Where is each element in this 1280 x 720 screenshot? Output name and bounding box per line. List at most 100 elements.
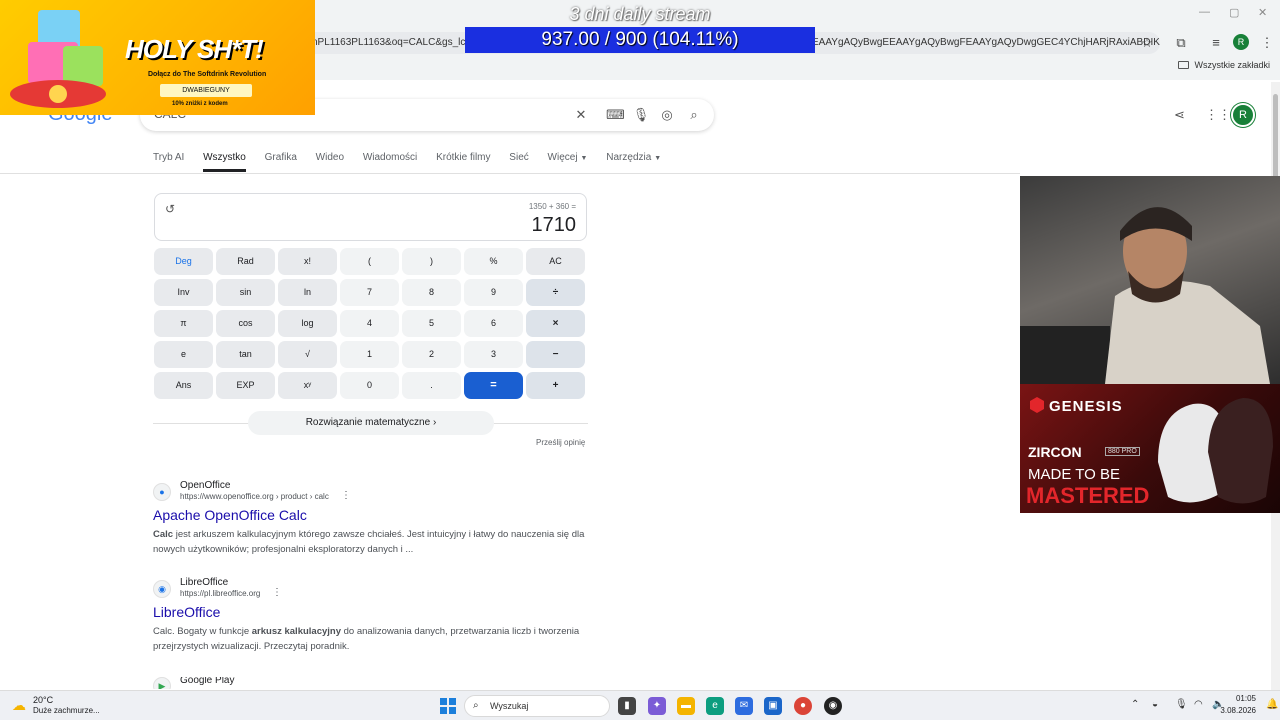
result-title-link[interactable]: LibreOffice — [153, 604, 220, 620]
ln-key[interactable]: ln — [278, 279, 337, 306]
taskbar-search[interactable]: ⌕ Wyszukaj — [464, 695, 610, 717]
math-solver-button[interactable]: Rozwiązanie matematyczne › — [248, 411, 494, 435]
edge-icon[interactable]: e — [706, 697, 724, 715]
bookmark-star-icon[interactable]: ☆ — [1138, 34, 1156, 52]
power-key[interactable]: xʸ — [278, 372, 337, 399]
mail-icon[interactable]: ✉ — [735, 697, 753, 715]
notifications-icon[interactable]: 🔔 — [1266, 699, 1278, 710]
globe-icon: ◉ — [153, 580, 171, 598]
extensions-icon[interactable]: ⧉ — [1172, 34, 1190, 52]
ad-subtitle: Dołącz do The Softdrink Revolution — [148, 71, 267, 78]
percent-key[interactable]: % — [464, 248, 523, 275]
add-key[interactable]: + — [526, 372, 585, 399]
open-paren-key[interactable]: ( — [340, 248, 399, 275]
all-bookmarks-button[interactable]: Wszystkie zakładki — [1178, 60, 1270, 70]
log-key[interactable]: log — [278, 310, 337, 337]
microphone-icon[interactable]: 🎙 — [632, 106, 650, 124]
google-profile-avatar[interactable]: R — [1231, 103, 1255, 127]
history-icon[interactable]: ↺ — [165, 202, 175, 216]
decimal-key[interactable]: . — [402, 372, 461, 399]
snippet-text: jest arkuszem kalkulacyjnym którego zaws… — [153, 529, 585, 555]
ad-discount-text: 10% zniżki z kodem — [172, 101, 228, 107]
tab-more[interactable]: Więcej ▼ — [548, 152, 588, 169]
exp-key[interactable]: EXP — [216, 372, 275, 399]
copilot-icon[interactable]: ✦ — [648, 697, 666, 715]
feedback-link[interactable]: Prześlij opinię — [536, 438, 585, 447]
network-status-icon[interactable]: ◒ — [1152, 699, 1158, 710]
weather-description[interactable]: Duże zachmurze... — [33, 706, 100, 715]
google-play-icon: ▶ — [153, 677, 171, 689]
tab-short-videos[interactable]: Krótkie filmy — [436, 152, 490, 169]
windows-start-icon[interactable] — [440, 698, 456, 714]
digit-3-key[interactable]: 3 — [464, 341, 523, 368]
digit-6-key[interactable]: 6 — [464, 310, 523, 337]
sin-key[interactable]: sin — [216, 279, 275, 306]
rad-key[interactable]: Rad — [216, 248, 275, 275]
clear-key[interactable]: AC — [526, 248, 585, 275]
search-icon[interactable]: ⌕ — [685, 106, 703, 124]
sqrt-key[interactable]: √ — [278, 341, 337, 368]
browser-menu-icon[interactable]: ⋮ — [1258, 34, 1276, 52]
result-title-link[interactable]: Apache OpenOffice Calc — [153, 507, 307, 523]
wifi-icon[interactable]: ◠ — [1194, 699, 1203, 710]
keyboard-icon[interactable]: ⌨ — [606, 106, 625, 124]
deg-key[interactable]: Deg — [154, 248, 213, 275]
tab-tools[interactable]: Narzędzia ▼ — [606, 152, 661, 169]
weather-temperature[interactable]: 20°C — [33, 695, 53, 705]
equals-key[interactable]: = — [464, 372, 523, 399]
more-options-icon[interactable]: ⋮ — [272, 587, 282, 598]
result-url: https://www.openoffice.org › product › c… — [180, 492, 329, 501]
digit-8-key[interactable]: 8 — [402, 279, 461, 306]
e-key[interactable]: e — [154, 341, 213, 368]
ans-key[interactable]: Ans — [154, 372, 213, 399]
digit-4-key[interactable]: 4 — [340, 310, 399, 337]
digit-1-key[interactable]: 1 — [340, 341, 399, 368]
file-explorer-icon[interactable]: ▬ — [677, 697, 695, 715]
digit-7-key[interactable]: 7 — [340, 279, 399, 306]
microphone-icon[interactable]: 🎙 — [1175, 699, 1188, 710]
clock-time[interactable]: 01:05 — [1236, 694, 1256, 703]
chevron-right-icon: › — [432, 417, 437, 428]
digit-9-key[interactable]: 9 — [464, 279, 523, 306]
tab-images[interactable]: Grafika — [265, 152, 297, 169]
webcam-feed — [1020, 176, 1280, 384]
clear-icon[interactable]: ✕ — [572, 106, 590, 124]
digit-0-key[interactable]: 0 — [340, 372, 399, 399]
tab-search-icon[interactable]: ≡ — [1207, 34, 1225, 52]
browser-profile-avatar[interactable]: R — [1233, 34, 1249, 50]
close-paren-key[interactable]: ) — [402, 248, 461, 275]
subtract-key[interactable]: − — [526, 341, 585, 368]
tab-ai-mode[interactable]: Tryb AI — [153, 152, 184, 169]
search-result: ◉ LibreOffice https://pl.libreoffice.org… — [153, 577, 593, 660]
tab-all[interactable]: Wszystko — [203, 152, 246, 172]
result-site-name: OpenOffice — [180, 480, 231, 491]
tan-key[interactable]: tan — [216, 341, 275, 368]
lens-icon[interactable]: ◎ — [658, 106, 676, 124]
digit-2-key[interactable]: 2 — [402, 341, 461, 368]
tab-videos[interactable]: Wideo — [316, 152, 344, 169]
inverse-key[interactable]: Inv — [154, 279, 213, 306]
share-icon[interactable]: ⋖ — [1174, 107, 1185, 123]
sponsor-brand: GENESIS — [1049, 398, 1123, 415]
factorial-key[interactable]: x! — [278, 248, 337, 275]
store-icon[interactable]: ▣ — [764, 697, 782, 715]
multiply-key[interactable]: × — [526, 310, 585, 337]
sponsor-product-badge: 880 PRO — [1105, 447, 1140, 456]
obs-icon[interactable]: ◉ — [824, 697, 842, 715]
tab-news[interactable]: Wiadomości — [363, 152, 417, 169]
task-view-icon[interactable]: ▮ — [618, 697, 636, 715]
caret-down-icon: ▼ — [580, 155, 588, 162]
tray-chevron-icon[interactable]: ⌃ — [1131, 699, 1139, 710]
chrome-icon[interactable]: ● — [794, 697, 812, 715]
math-solver-label: Rozwiązanie matematyczne — [305, 417, 431, 428]
result-site-name: LibreOffice — [180, 577, 229, 588]
search-icon: ⌕ — [473, 700, 479, 711]
cos-key[interactable]: cos — [216, 310, 275, 337]
clock-date[interactable]: 3.08.2026 — [1220, 706, 1256, 715]
divide-key[interactable]: ÷ — [526, 279, 585, 306]
pi-key[interactable]: π — [154, 310, 213, 337]
weather-cloud-icon[interactable]: ☁ — [12, 697, 26, 714]
tab-web[interactable]: Sieć — [509, 152, 528, 169]
more-options-icon[interactable]: ⋮ — [341, 490, 351, 501]
digit-5-key[interactable]: 5 — [402, 310, 461, 337]
